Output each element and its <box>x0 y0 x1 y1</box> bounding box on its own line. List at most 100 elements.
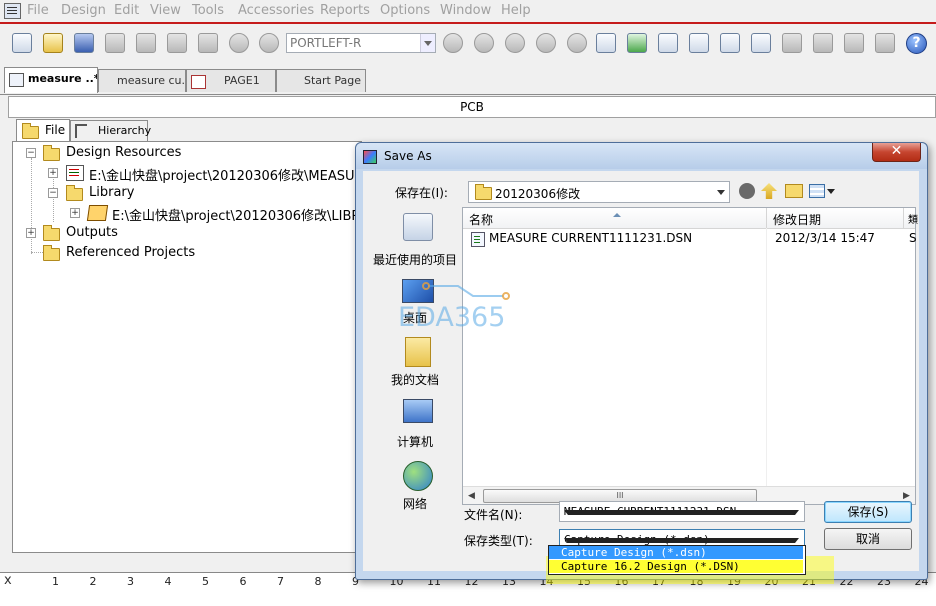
scroll-left-icon[interactable]: ◀ <box>468 491 475 501</box>
tab-file[interactable]: File <box>16 119 70 142</box>
expand-icon[interactable]: + <box>48 168 58 178</box>
tab-hierarchy-label: Hierarchy <box>98 124 152 137</box>
view-menu-icon[interactable] <box>809 184 825 198</box>
tab-measure-modified[interactable]: measure ..* <box>4 67 98 93</box>
drc-icon[interactable] <box>813 33 833 53</box>
tree-outputs[interactable]: Outputs <box>66 225 118 240</box>
dialog-titlebar[interactable]: Save As ✕ <box>356 143 927 169</box>
schematic-icon <box>9 73 24 87</box>
tab-measure-current[interactable]: measure cu... <box>98 69 186 92</box>
toolbar: ? <box>0 24 936 62</box>
help-icon[interactable]: ? <box>906 33 927 54</box>
copy-icon[interactable] <box>167 33 187 53</box>
menu-reports[interactable]: Reports <box>320 3 370 18</box>
column-date[interactable]: 修改日期 <box>773 211 821 228</box>
folder-icon <box>43 145 60 161</box>
filetype-option[interactable]: Capture 16.2 Design (*.DSN) <box>549 560 803 573</box>
cut-icon[interactable] <box>136 33 156 53</box>
app-icon[interactable] <box>4 3 21 19</box>
back-icon[interactable] <box>739 183 755 199</box>
help-query-icon[interactable] <box>596 33 616 53</box>
file-list[interactable]: 名称 修改日期 類 MEASURE CURRENT1111231.DSN 201… <box>462 207 918 505</box>
filename-label: 文件名(N): <box>464 508 523 522</box>
close-button[interactable]: ✕ <box>872 143 921 162</box>
tree-library-file[interactable]: E:\金山快盘\project\20120306修改\LIBRARY <box>112 205 360 224</box>
new-folder-icon[interactable] <box>785 184 803 198</box>
status-area <box>0 591 936 606</box>
ruler-mark: 6 <box>239 575 247 588</box>
file-date: 2012/3/14 15:47 <box>775 231 875 245</box>
chevron-down-icon[interactable] <box>827 189 835 198</box>
chevron-down-icon[interactable] <box>564 510 799 519</box>
bom-icon[interactable] <box>720 33 740 53</box>
filename-field[interactable]: MEASURE CURRENT1111231.DSN <box>559 501 805 522</box>
option-label: Capture Design (*.dsn) <box>561 546 707 559</box>
look-in-value: 20120306修改 <box>495 187 581 201</box>
expand-icon[interactable]: + <box>26 228 36 238</box>
menu-tools[interactable]: Tools <box>192 3 224 18</box>
zoom-in-icon[interactable] <box>443 33 463 53</box>
part-combo[interactable]: PORTLEFT-R <box>286 33 436 53</box>
tree-design-resources[interactable]: Design Resources <box>66 145 181 160</box>
menu-edit[interactable]: Edit <box>114 3 139 18</box>
filetype-dropdown-list[interactable]: Capture Design (*.dsn) Capture 16.2 Desi… <box>548 545 806 575</box>
scroll-right-icon[interactable]: ▶ <box>903 491 910 501</box>
file-row[interactable]: MEASURE CURRENT1111231.DSN 2012/3/14 15:… <box>463 230 917 248</box>
netlist-icon[interactable] <box>689 33 709 53</box>
cross-reference-icon[interactable] <box>844 33 864 53</box>
undo-icon[interactable] <box>229 33 249 53</box>
zoom-all-icon[interactable] <box>536 33 556 53</box>
column-type[interactable]: 類 <box>908 211 918 226</box>
menu-file[interactable]: File <box>27 3 49 18</box>
menu-help[interactable]: Help <box>501 3 531 18</box>
expand-icon[interactable]: + <box>70 208 80 218</box>
save-as-dialog: Save As ✕ 保存在(I): 20120306修改 最近使用的项目 桌面 <box>355 142 928 580</box>
menu-view[interactable]: View <box>150 3 181 18</box>
project-tabs: File Hierarchy <box>12 119 352 142</box>
check-icon[interactable] <box>658 33 678 53</box>
save-icon[interactable] <box>74 33 94 53</box>
close-panel-icon[interactable]: x <box>4 573 12 588</box>
tree-referenced-projects[interactable]: Referenced Projects <box>66 245 195 260</box>
tree-design-file[interactable]: E:\金山快盘\project\20120306修改\MEASURE C <box>89 165 359 184</box>
menu-accessories[interactable]: Accessories <box>238 3 314 18</box>
tab-hierarchy[interactable]: Hierarchy <box>70 120 152 141</box>
chevron-down-icon[interactable] <box>420 34 435 52</box>
menu-design[interactable]: Design <box>61 3 106 18</box>
report-icon[interactable] <box>751 33 771 53</box>
place-label: 桌面 <box>402 311 427 325</box>
print-icon[interactable] <box>105 33 125 53</box>
open-folder-icon[interactable] <box>43 33 63 53</box>
refresh-icon[interactable] <box>627 33 647 53</box>
view-icon[interactable] <box>567 33 587 53</box>
new-icon[interactable] <box>12 33 32 53</box>
cancel-button[interactable]: 取消 <box>824 528 912 550</box>
save-button[interactable]: 保存(S) <box>824 501 912 523</box>
annotate-icon[interactable] <box>782 33 802 53</box>
redo-icon[interactable] <box>259 33 279 53</box>
paste-icon[interactable] <box>198 33 218 53</box>
tab-start-page[interactable]: Start Page <box>276 69 366 92</box>
dialog-body: 保存在(I): 20120306修改 最近使用的项目 桌面 我的文档 计算机 网… <box>363 171 919 571</box>
look-in-combo[interactable]: 20120306修改 <box>468 181 730 203</box>
document-tab-bar: measure ..* measure cu... PAGE1 Start Pa… <box>0 62 936 95</box>
column-name[interactable]: 名称 <box>469 211 493 228</box>
tree-library[interactable]: Library <box>89 185 134 200</box>
place-network[interactable]: 网络 <box>369 461 461 521</box>
place-documents[interactable]: 我的文档 <box>369 337 461 397</box>
tab-page1[interactable]: PAGE1 <box>186 69 276 92</box>
ruler-mark: 8 <box>314 575 322 588</box>
place-desktop[interactable]: 桌面 <box>369 277 461 337</box>
place-label: 计算机 <box>396 435 433 449</box>
place-recent[interactable]: 最近使用的项目 <box>369 211 461 271</box>
zoom-area-icon[interactable] <box>505 33 525 53</box>
tree-icon[interactable] <box>875 33 895 53</box>
zoom-out-icon[interactable] <box>474 33 494 53</box>
place-computer[interactable]: 计算机 <box>369 399 461 459</box>
filetype-option[interactable]: Capture Design (*.dsn) <box>549 546 803 559</box>
up-folder-icon[interactable] <box>761 183 777 199</box>
menu-window[interactable]: Window <box>440 3 491 18</box>
collapse-icon[interactable]: − <box>48 188 58 198</box>
collapse-icon[interactable]: − <box>26 148 36 158</box>
menu-options[interactable]: Options <box>380 3 430 18</box>
